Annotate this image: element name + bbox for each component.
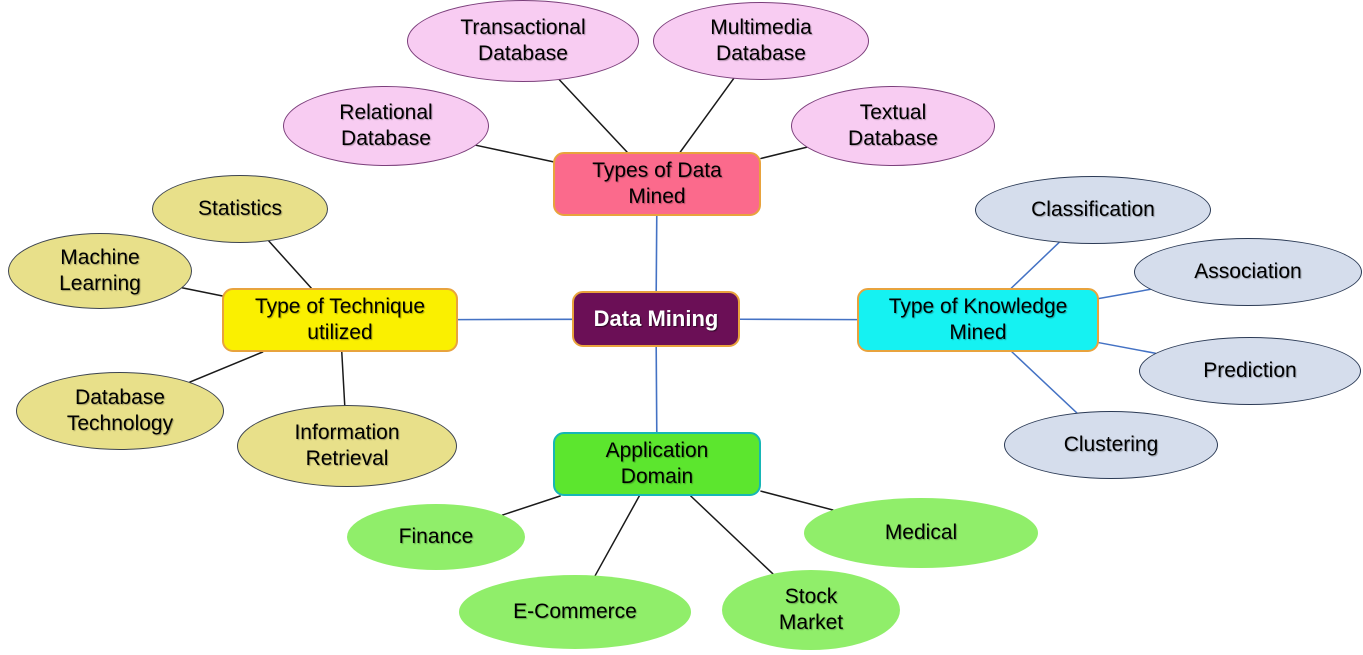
branch-node-application-domain-label: Application Domain [605, 439, 709, 488]
edge-type-of-knowledge-mined-to-association [1098, 288, 1151, 300]
leaf-node-information-retrieval[interactable]: Information Retrieval [237, 405, 457, 487]
edge-type-of-technique-utilized-to-information-retrieval [341, 351, 346, 406]
leaf-node-medical-label: Medical [884, 521, 958, 545]
edge-types-of-data-mined-to-multimedia-database [679, 77, 735, 153]
leaf-node-classification[interactable]: Classification [975, 176, 1211, 244]
leaf-node-association[interactable]: Association [1134, 238, 1362, 306]
leaf-node-statistics-label: Statistics [197, 197, 283, 221]
leaf-node-transactional-database-label: Transactional Database [460, 16, 586, 65]
edge-application-domain-to-stock-market [690, 495, 774, 575]
leaf-node-e-commerce-label: E-Commerce [513, 600, 637, 624]
branch-node-type-of-knowledge-mined[interactable]: Type of Knowledge Mined [857, 288, 1099, 352]
leaf-node-association-label: Association [1194, 260, 1302, 284]
edge-type-of-technique-utilized-to-statistics [268, 240, 312, 289]
edge-type-of-knowledge-mined-to-prediction [1098, 341, 1157, 354]
branch-node-types-of-data-mined-label: Types of Data Mined [592, 159, 722, 208]
branch-node-type-of-technique-utilized[interactable]: Type of Technique utilized [222, 288, 458, 352]
edge-type-of-technique-utilized-to-database-technology [189, 351, 264, 383]
edge-application-domain-to-medical [760, 490, 834, 511]
leaf-node-machine-learning[interactable]: Machine Learning [8, 233, 192, 309]
leaf-node-prediction[interactable]: Prediction [1139, 337, 1361, 405]
leaf-node-statistics[interactable]: Statistics [152, 175, 328, 243]
center-node-data-mining[interactable]: Data Mining [572, 291, 740, 347]
branch-node-application-domain[interactable]: Application Domain [553, 432, 761, 496]
branch-node-types-of-data-mined[interactable]: Types of Data Mined [553, 152, 761, 216]
leaf-node-stock-market-label: Stock Market [778, 585, 844, 634]
edge-center-to-application-domain [655, 346, 658, 433]
leaf-node-relational-database-label: Relational Database [339, 101, 433, 150]
leaf-node-classification-label: Classification [1031, 198, 1155, 222]
leaf-node-multimedia-database-label: Multimedia Database [710, 16, 812, 65]
edge-types-of-data-mined-to-transactional-database [558, 79, 628, 153]
edge-type-of-technique-utilized-to-machine-learning [181, 287, 223, 297]
leaf-node-e-commerce[interactable]: E-Commerce [459, 575, 691, 649]
edge-center-to-types-of-data-mined [655, 215, 658, 292]
leaf-node-multimedia-database[interactable]: Multimedia Database [653, 2, 869, 80]
leaf-node-textual-database-label: Textual Database [848, 101, 938, 150]
mindmap-canvas: Types of Data Mined Transactional Databas… [0, 0, 1363, 655]
leaf-node-information-retrieval-label: Information Retrieval [294, 421, 400, 470]
leaf-node-finance-label: Finance [398, 525, 474, 549]
center-node-data-mining-label: Data Mining [593, 305, 719, 331]
leaf-node-clustering[interactable]: Clustering [1004, 411, 1218, 479]
edge-application-domain-to-e-commerce [594, 495, 641, 577]
leaf-node-machine-learning-label: Machine Learning [59, 246, 141, 295]
branch-node-type-of-technique-utilized-label: Type of Technique utilized [254, 295, 426, 344]
leaf-node-textual-database[interactable]: Textual Database [791, 86, 995, 166]
edge-type-of-knowledge-mined-to-classification [1010, 241, 1060, 289]
branch-node-type-of-knowledge-mined-label: Type of Knowledge Mined [888, 295, 1068, 344]
edge-application-domain-to-finance [501, 495, 561, 516]
leaf-node-medical[interactable]: Medical [804, 498, 1038, 568]
leaf-node-prediction-label: Prediction [1203, 359, 1297, 383]
leaf-node-transactional-database[interactable]: Transactional Database [407, 0, 639, 82]
edge-type-of-knowledge-mined-to-clustering [1011, 351, 1078, 414]
leaf-node-database-technology[interactable]: Database Technology [16, 372, 224, 450]
leaf-node-stock-market[interactable]: Stock Market [722, 570, 900, 650]
leaf-node-database-technology-label: Database Technology [66, 386, 174, 435]
edge-types-of-data-mined-to-textual-database [760, 146, 808, 160]
leaf-node-relational-database[interactable]: Relational Database [283, 86, 489, 166]
leaf-node-clustering-label: Clustering [1063, 433, 1159, 457]
edge-types-of-data-mined-to-relational-database [475, 144, 554, 163]
leaf-node-finance[interactable]: Finance [347, 504, 525, 570]
